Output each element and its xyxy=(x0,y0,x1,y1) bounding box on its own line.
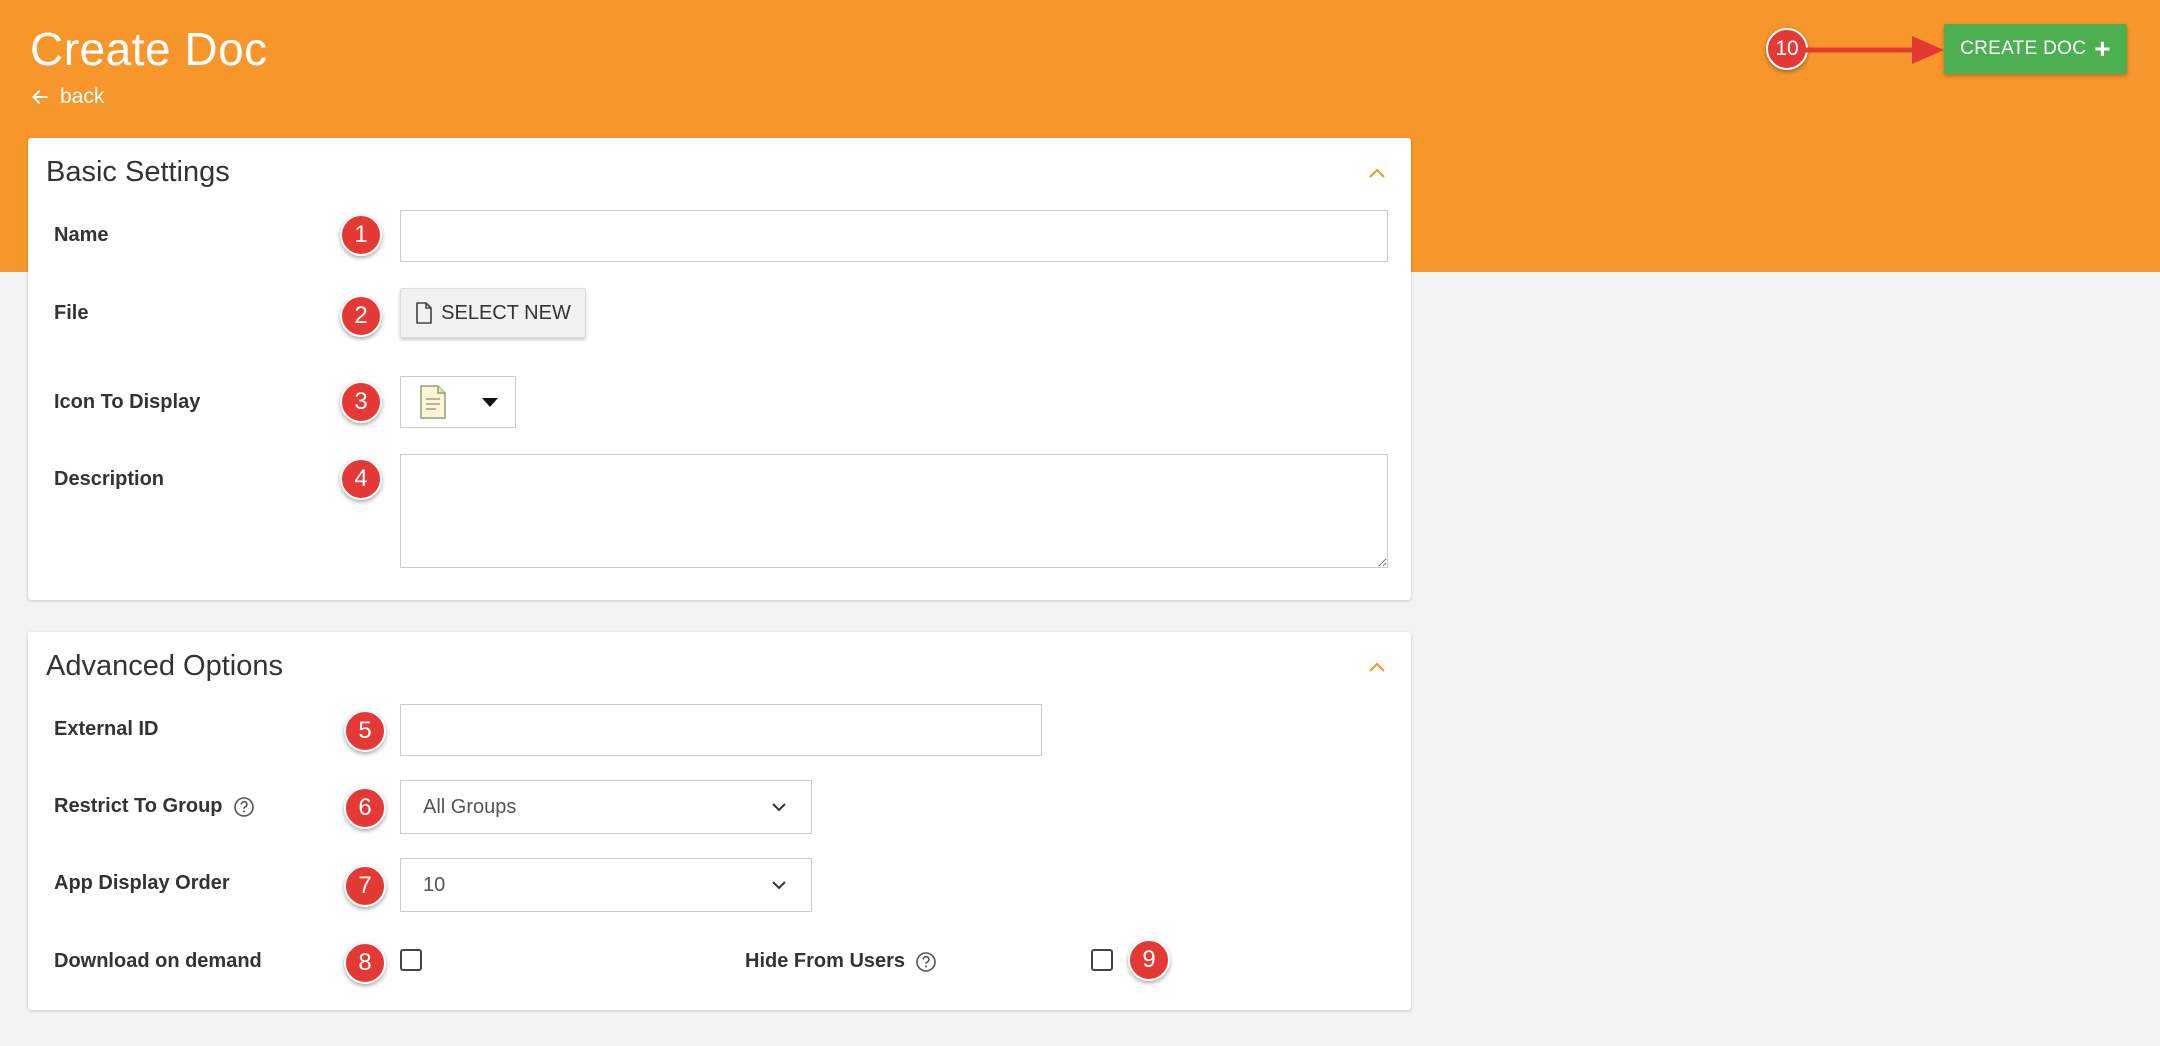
chevron-up-icon[interactable] xyxy=(1365,162,1389,186)
external-id-input[interactable] xyxy=(400,704,1042,756)
external-id-label: External ID xyxy=(54,718,159,740)
hide-from-users-label: Hide From Users xyxy=(745,950,937,973)
page-title: Create Doc xyxy=(30,23,268,75)
app-display-order-label: App Display Order xyxy=(54,872,230,894)
annotation-marker-6: 6 xyxy=(344,787,386,829)
select-new-label: SELECT NEW xyxy=(441,301,571,324)
icon-to-display-label: Icon To Display xyxy=(54,391,201,413)
name-input[interactable] xyxy=(400,210,1388,262)
description-textarea[interactable] xyxy=(400,454,1388,568)
advanced-options-card: Advanced Options External ID 5 Restrict … xyxy=(28,632,1411,1010)
name-label: Name xyxy=(54,224,109,246)
description-label: Description xyxy=(54,468,165,490)
file-label: File xyxy=(54,302,89,324)
restrict-to-group-value: All Groups xyxy=(423,795,517,818)
annotation-marker-5: 5 xyxy=(344,710,386,752)
document-icon xyxy=(419,385,446,419)
annotation-marker-9: 9 xyxy=(1128,939,1170,981)
annotation-marker-4: 4 xyxy=(340,458,382,500)
annotation-marker-8: 8 xyxy=(344,942,386,984)
download-on-demand-label: Download on demand xyxy=(54,950,262,972)
annotation-marker-10: 10 xyxy=(1766,28,1808,70)
chevron-down-icon xyxy=(772,803,786,812)
help-circle-icon[interactable] xyxy=(233,796,255,818)
caret-down-icon xyxy=(481,397,498,407)
advanced-options-title: Advanced Options xyxy=(46,650,283,682)
app-display-order-value: 10 xyxy=(423,873,446,896)
create-doc-label: CREATE DOC xyxy=(1960,38,2087,59)
annotation-arrow xyxy=(1804,36,1944,64)
select-new-button[interactable]: SELECT NEW xyxy=(400,288,586,338)
annotation-marker-3: 3 xyxy=(340,381,382,423)
back-label: back xyxy=(60,85,105,108)
annotation-marker-2: 2 xyxy=(340,295,382,337)
chevron-down-icon xyxy=(772,881,786,890)
arrow-left-icon xyxy=(32,90,48,104)
restrict-to-group-text: Restrict To Group xyxy=(54,795,223,817)
restrict-to-group-label: Restrict To Group xyxy=(54,795,255,818)
help-circle-icon[interactable] xyxy=(915,951,937,973)
file-icon xyxy=(416,302,432,324)
plus-icon: + xyxy=(2094,33,2111,64)
hide-from-users-text: Hide From Users xyxy=(745,950,906,972)
back-link[interactable]: back xyxy=(30,85,104,109)
restrict-to-group-select[interactable]: All Groups xyxy=(400,780,812,834)
download-on-demand-checkbox[interactable] xyxy=(400,949,422,971)
hide-from-users-checkbox[interactable] xyxy=(1091,949,1113,971)
basic-settings-title: Basic Settings xyxy=(46,156,230,188)
create-doc-button[interactable]: CREATE DOC + xyxy=(1944,24,2127,74)
annotation-marker-1: 1 xyxy=(340,214,382,256)
app-display-order-select[interactable]: 10 xyxy=(400,858,812,912)
basic-settings-card: Basic Settings Name 1 File 2 SELECT NEW … xyxy=(28,138,1411,600)
annotation-marker-7: 7 xyxy=(344,865,386,907)
chevron-up-icon[interactable] xyxy=(1365,656,1389,680)
icon-picker-dropdown[interactable] xyxy=(400,376,516,428)
